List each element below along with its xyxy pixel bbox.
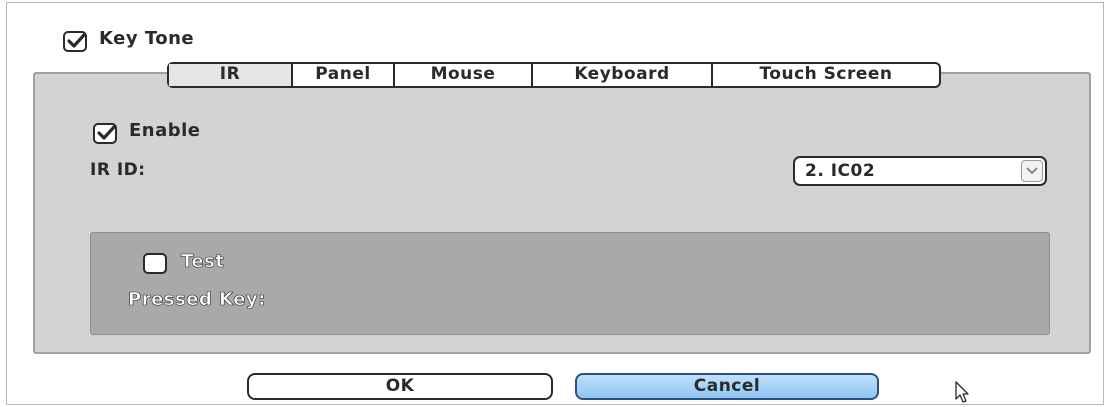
- mouse-pointer-icon: [955, 381, 969, 403]
- test-group: Test Pressed Key:: [90, 232, 1050, 335]
- ir-id-label: IR ID:: [90, 160, 146, 180]
- enable-checkbox[interactable]: [93, 123, 117, 144]
- check-mark-icon: [67, 33, 86, 48]
- tab-ir[interactable]: IR: [169, 64, 293, 86]
- test-label: Test: [181, 251, 225, 273]
- check-mark-icon: [97, 125, 116, 140]
- cancel-button[interactable]: Cancel: [575, 373, 879, 400]
- tab-panel-ir: Enable IR ID: 2. IC02 Test Pressed Key:: [33, 72, 1091, 354]
- ir-id-selected-value: 2. IC02: [805, 161, 876, 181]
- tab-keyboard[interactable]: Keyboard: [533, 64, 713, 86]
- chevron-down-icon: [1026, 167, 1038, 175]
- ok-button[interactable]: OK: [247, 373, 553, 400]
- pressed-key-label: Pressed Key:: [128, 289, 266, 311]
- tab-mouse[interactable]: Mouse: [395, 64, 533, 86]
- test-checkbox[interactable]: [143, 253, 167, 274]
- dropdown-button[interactable]: [1021, 160, 1043, 182]
- key-tone-label: Key Tone: [99, 28, 195, 49]
- settings-dialog: Key Tone Enable IR ID: 2. IC02 Test Pres…: [6, 2, 1104, 405]
- tab-panel[interactable]: Panel: [293, 64, 395, 86]
- enable-label: Enable: [129, 120, 201, 141]
- tab-bar: IR Panel Mouse Keyboard Touch Screen: [167, 62, 941, 88]
- ir-id-select[interactable]: 2. IC02: [793, 156, 1047, 186]
- key-tone-checkbox[interactable]: [63, 31, 87, 52]
- tab-touch-screen[interactable]: Touch Screen: [713, 64, 939, 86]
